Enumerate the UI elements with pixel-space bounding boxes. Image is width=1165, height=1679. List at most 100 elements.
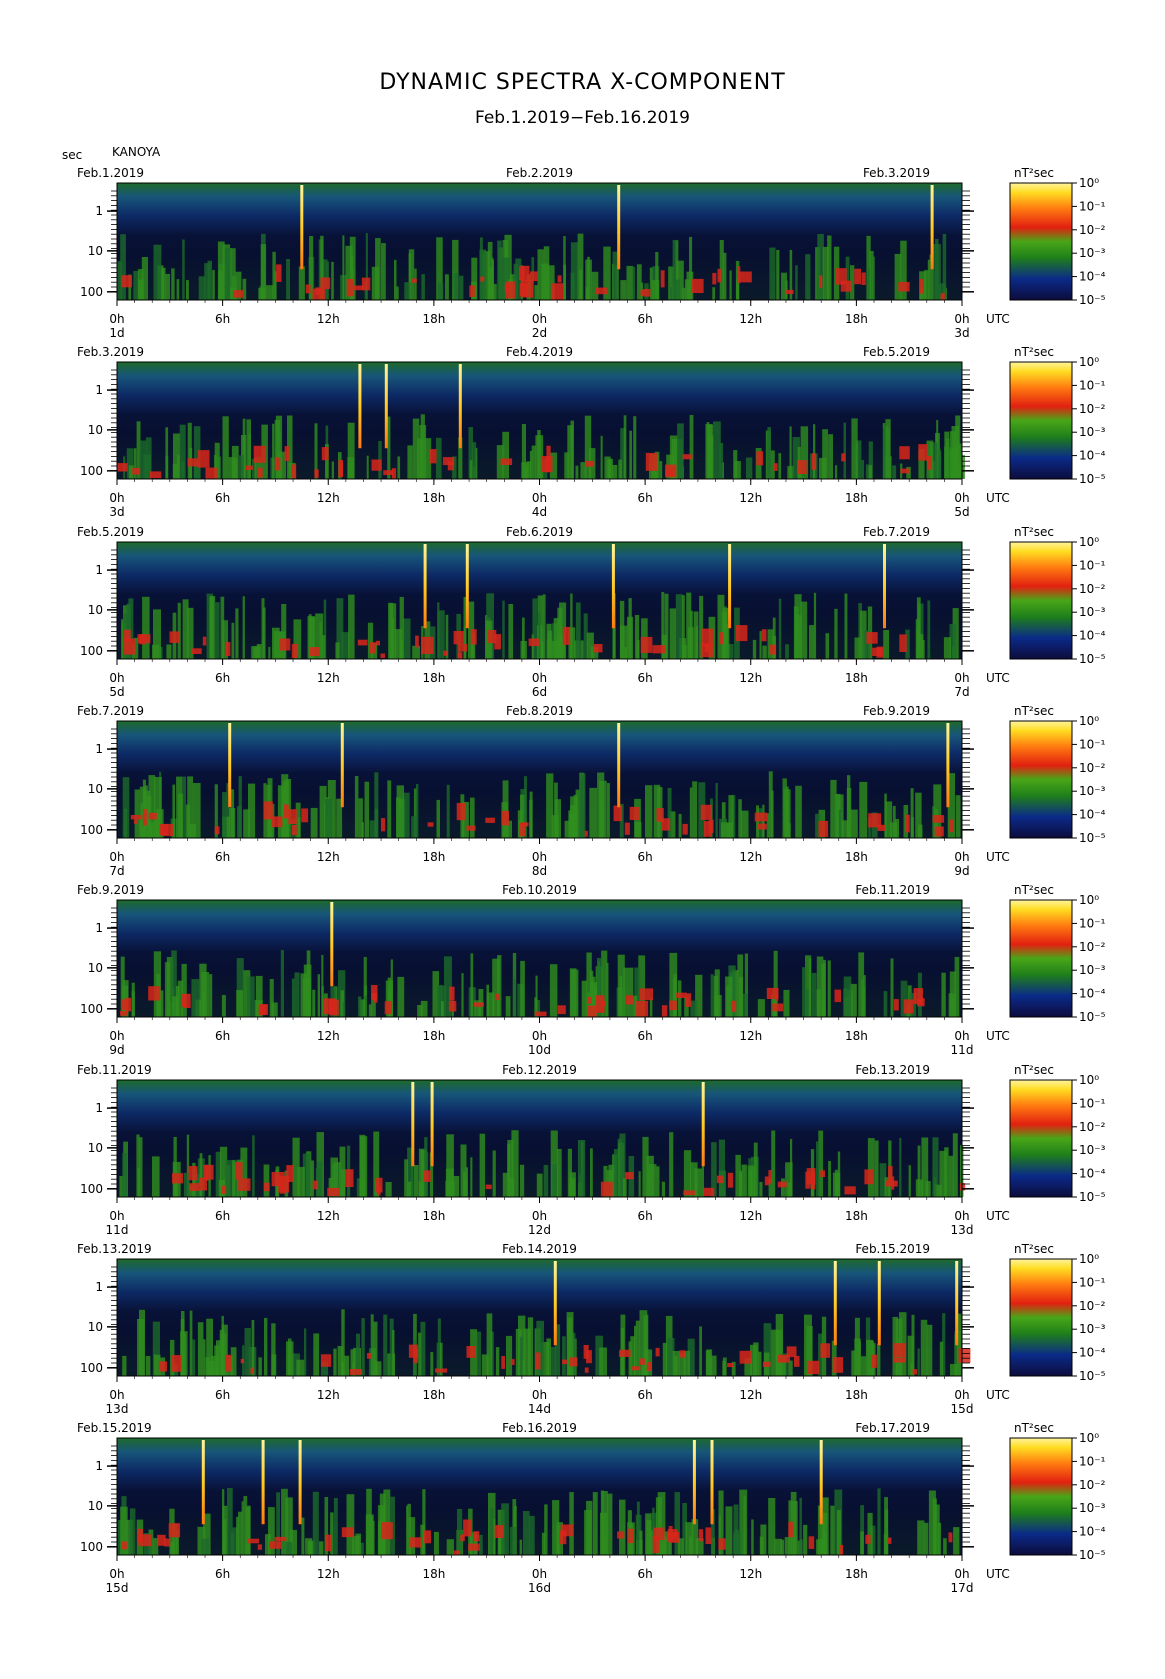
panel-mid-date: Feb.8.2019 <box>506 704 573 718</box>
activity-patch <box>958 1348 971 1363</box>
activity-patch <box>148 986 161 1001</box>
activity-streak <box>575 465 579 479</box>
activity-patch <box>861 272 866 285</box>
activity-patch <box>557 275 562 283</box>
activity-streak <box>241 1501 244 1555</box>
activity-patch <box>435 1368 448 1373</box>
activity-patch <box>130 815 143 820</box>
activity-streak <box>131 982 135 1017</box>
activity-streak <box>178 793 183 838</box>
activity-streak <box>960 454 965 479</box>
activity-streak <box>291 978 295 1017</box>
activity-streak <box>803 1524 808 1555</box>
activity-streak <box>813 592 817 659</box>
activity-streak <box>580 640 584 659</box>
x-tick-label: 18h <box>422 1567 445 1581</box>
activity-patch <box>188 1166 198 1181</box>
activity-streak <box>286 259 290 300</box>
x-tick-label: 6h <box>638 850 653 864</box>
activity-streak <box>317 974 320 1017</box>
x-tick-label: 0h <box>109 1567 124 1581</box>
activity-streak <box>418 1332 422 1376</box>
activity-streak <box>601 1491 608 1555</box>
day-label: 1d <box>109 326 124 340</box>
activity-patch <box>864 1169 874 1185</box>
activity-patch <box>121 275 132 288</box>
activity-patch <box>312 1180 319 1190</box>
activity-streak <box>370 1314 374 1376</box>
activity-streak <box>752 639 757 659</box>
pulsation-spike <box>553 1261 557 1346</box>
activity-patch <box>811 453 817 470</box>
activity-patch <box>841 453 846 462</box>
x-tick-label: 0h <box>954 850 969 864</box>
activity-streak <box>271 1323 276 1376</box>
activity-streak <box>406 1505 409 1555</box>
activity-streak <box>246 419 251 479</box>
activity-streak <box>626 265 634 300</box>
activity-patch <box>457 652 463 659</box>
activity-streak <box>225 1159 233 1197</box>
activity-patch <box>291 643 299 659</box>
activity-streak <box>122 1153 128 1197</box>
y-tick-label: 10 <box>88 1320 103 1334</box>
x-tick-label: 0h <box>532 1029 547 1043</box>
activity-streak <box>404 282 411 300</box>
activity-streak <box>342 235 345 300</box>
activity-patch <box>636 1000 649 1017</box>
activity-patch <box>274 1536 287 1542</box>
activity-patch <box>424 1530 432 1544</box>
activity-streak <box>661 1181 665 1197</box>
activity-streak <box>581 980 588 1017</box>
activity-streak <box>722 1357 727 1376</box>
activity-streak <box>313 1333 320 1376</box>
activity-patch <box>383 470 394 475</box>
activity-streak <box>578 1174 583 1197</box>
activity-patch <box>719 632 724 645</box>
activity-patch <box>682 454 693 460</box>
activity-streak <box>669 1132 674 1197</box>
activity-streak <box>361 822 364 838</box>
y-tick-label: 10 <box>88 244 103 258</box>
activity-streak <box>799 1497 802 1555</box>
activity-streak <box>619 1499 626 1555</box>
activity-patch <box>534 1011 547 1017</box>
activity-patch <box>595 995 605 1013</box>
activity-patch <box>712 272 717 285</box>
activity-streak <box>528 1515 535 1555</box>
activity-streak <box>412 645 420 659</box>
colorbar-tick-label: 10⁰ <box>1079 176 1099 190</box>
activity-streak <box>778 453 782 479</box>
pulsation-spike <box>430 1082 434 1167</box>
activity-streak <box>920 1319 928 1376</box>
x-tick-label: 0h <box>532 1209 547 1223</box>
activity-patch <box>369 642 376 654</box>
y-tick-label: 1 <box>95 204 103 218</box>
activity-streak <box>339 1146 346 1197</box>
activity-streak <box>182 776 186 838</box>
activity-patch <box>292 825 297 836</box>
x-tick-label: 12h <box>739 312 762 326</box>
activity-streak <box>570 593 573 659</box>
day-label: 15d <box>951 1402 974 1416</box>
activity-patch <box>271 816 283 828</box>
pulsation-spike <box>710 1440 714 1525</box>
activity-streak <box>446 784 450 838</box>
panel-start-date: Feb.1.2019 <box>77 166 144 180</box>
activity-streak <box>383 1314 388 1376</box>
activity-patch <box>269 1541 282 1549</box>
activity-streak <box>413 1165 419 1197</box>
activity-streak <box>424 1137 428 1197</box>
activity-streak <box>142 596 150 659</box>
colorbar-tick-label: 10⁰ <box>1079 1252 1099 1266</box>
y-tick-label: 1 <box>95 1101 103 1115</box>
x-tick-label: 12h <box>317 671 340 685</box>
y-tick-label: 10 <box>88 961 103 975</box>
activity-patch <box>494 1525 504 1538</box>
activity-streak <box>707 435 714 479</box>
activity-streak <box>417 1005 423 1017</box>
activity-patch <box>442 457 455 466</box>
colorbar-tick-label: 10⁰ <box>1079 1431 1099 1445</box>
activity-patch <box>225 1354 232 1372</box>
activity-patch <box>717 268 721 283</box>
